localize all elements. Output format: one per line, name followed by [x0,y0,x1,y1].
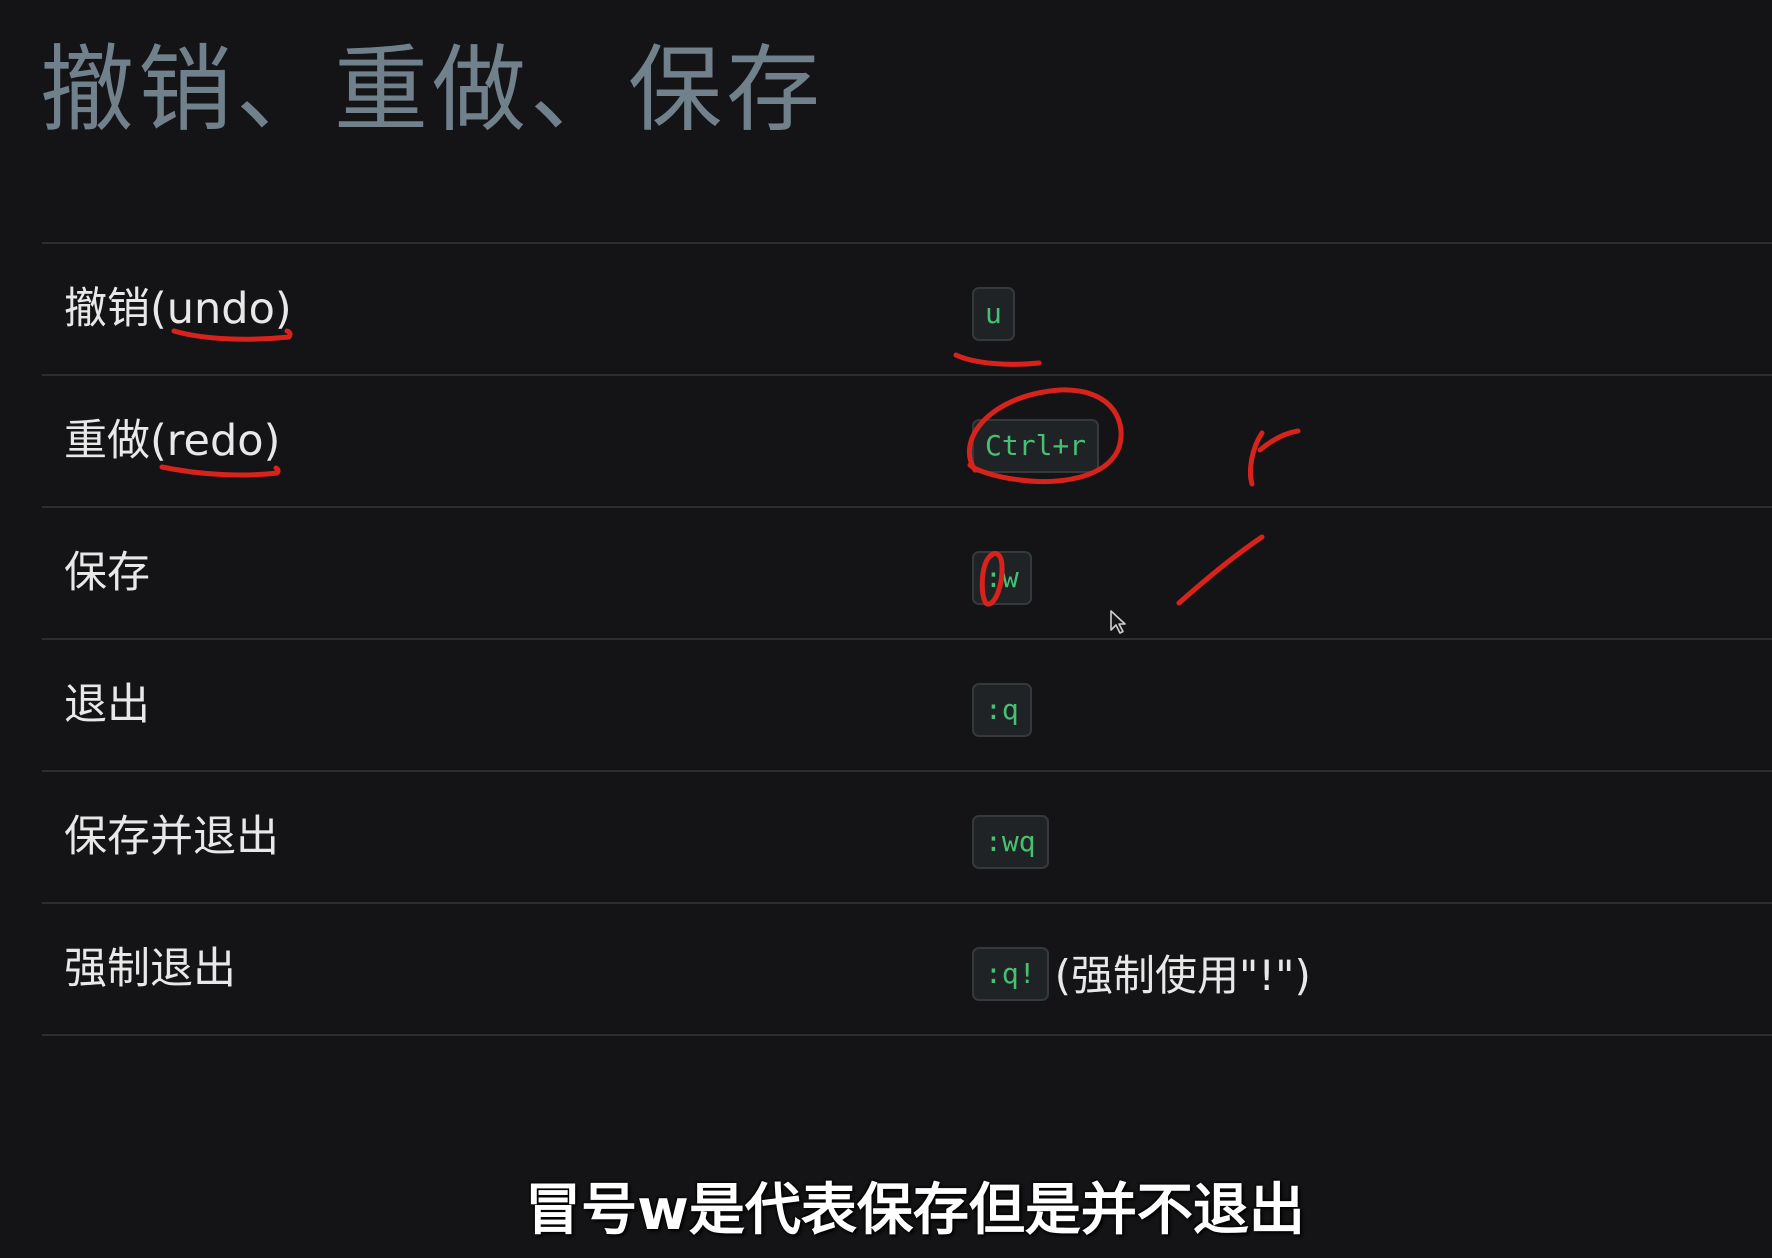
row-key-cell: u [972,244,1015,374]
row-key-cell: Ctrl+r [972,376,1100,506]
row-label: 保存 [64,548,150,598]
row-label: 保存并退出 [64,812,279,862]
key-note: (强制使用"!") [1054,950,1311,1000]
row-label: 退出 [64,680,150,730]
row-label: 强制退出 [64,944,236,994]
vim-commands-table: 撤销(undo) u 重做(redo) Ctrl+r 保存 :w 退出 :q 保… [42,242,1772,1036]
row-key-cell: :q! (强制使用"!") [972,904,1311,1034]
key-code: u [972,287,1015,341]
row-key-cell: :wq [972,772,1049,902]
key-code: :q [972,683,1032,737]
key-code: :w [972,551,1032,605]
row-key-cell: :q [972,640,1032,770]
row-label: 重做(redo) [64,416,281,466]
table-row-save-and-quit: 保存并退出 :wq [42,772,1772,904]
key-code: :wq [972,815,1049,869]
table-row-force-quit: 强制退出 :q! (强制使用"!") [42,904,1772,1036]
row-label: 撤销(undo) [64,284,292,334]
mouse-pointer-icon [1110,610,1126,634]
table-row-redo: 重做(redo) Ctrl+r [42,376,1772,508]
key-code: :q! [972,947,1049,1001]
row-key-cell: :w [972,508,1032,638]
table-row-quit: 退出 :q [42,640,1772,772]
table-row-undo: 撤销(undo) u [42,244,1772,376]
table-row-save: 保存 :w [42,508,1772,640]
page-title: 撤销、重做、保存 [40,36,825,145]
key-code: Ctrl+r [972,419,1100,473]
video-subtitle: 冒号w是代表保存但是并不退出 [525,1178,1305,1243]
